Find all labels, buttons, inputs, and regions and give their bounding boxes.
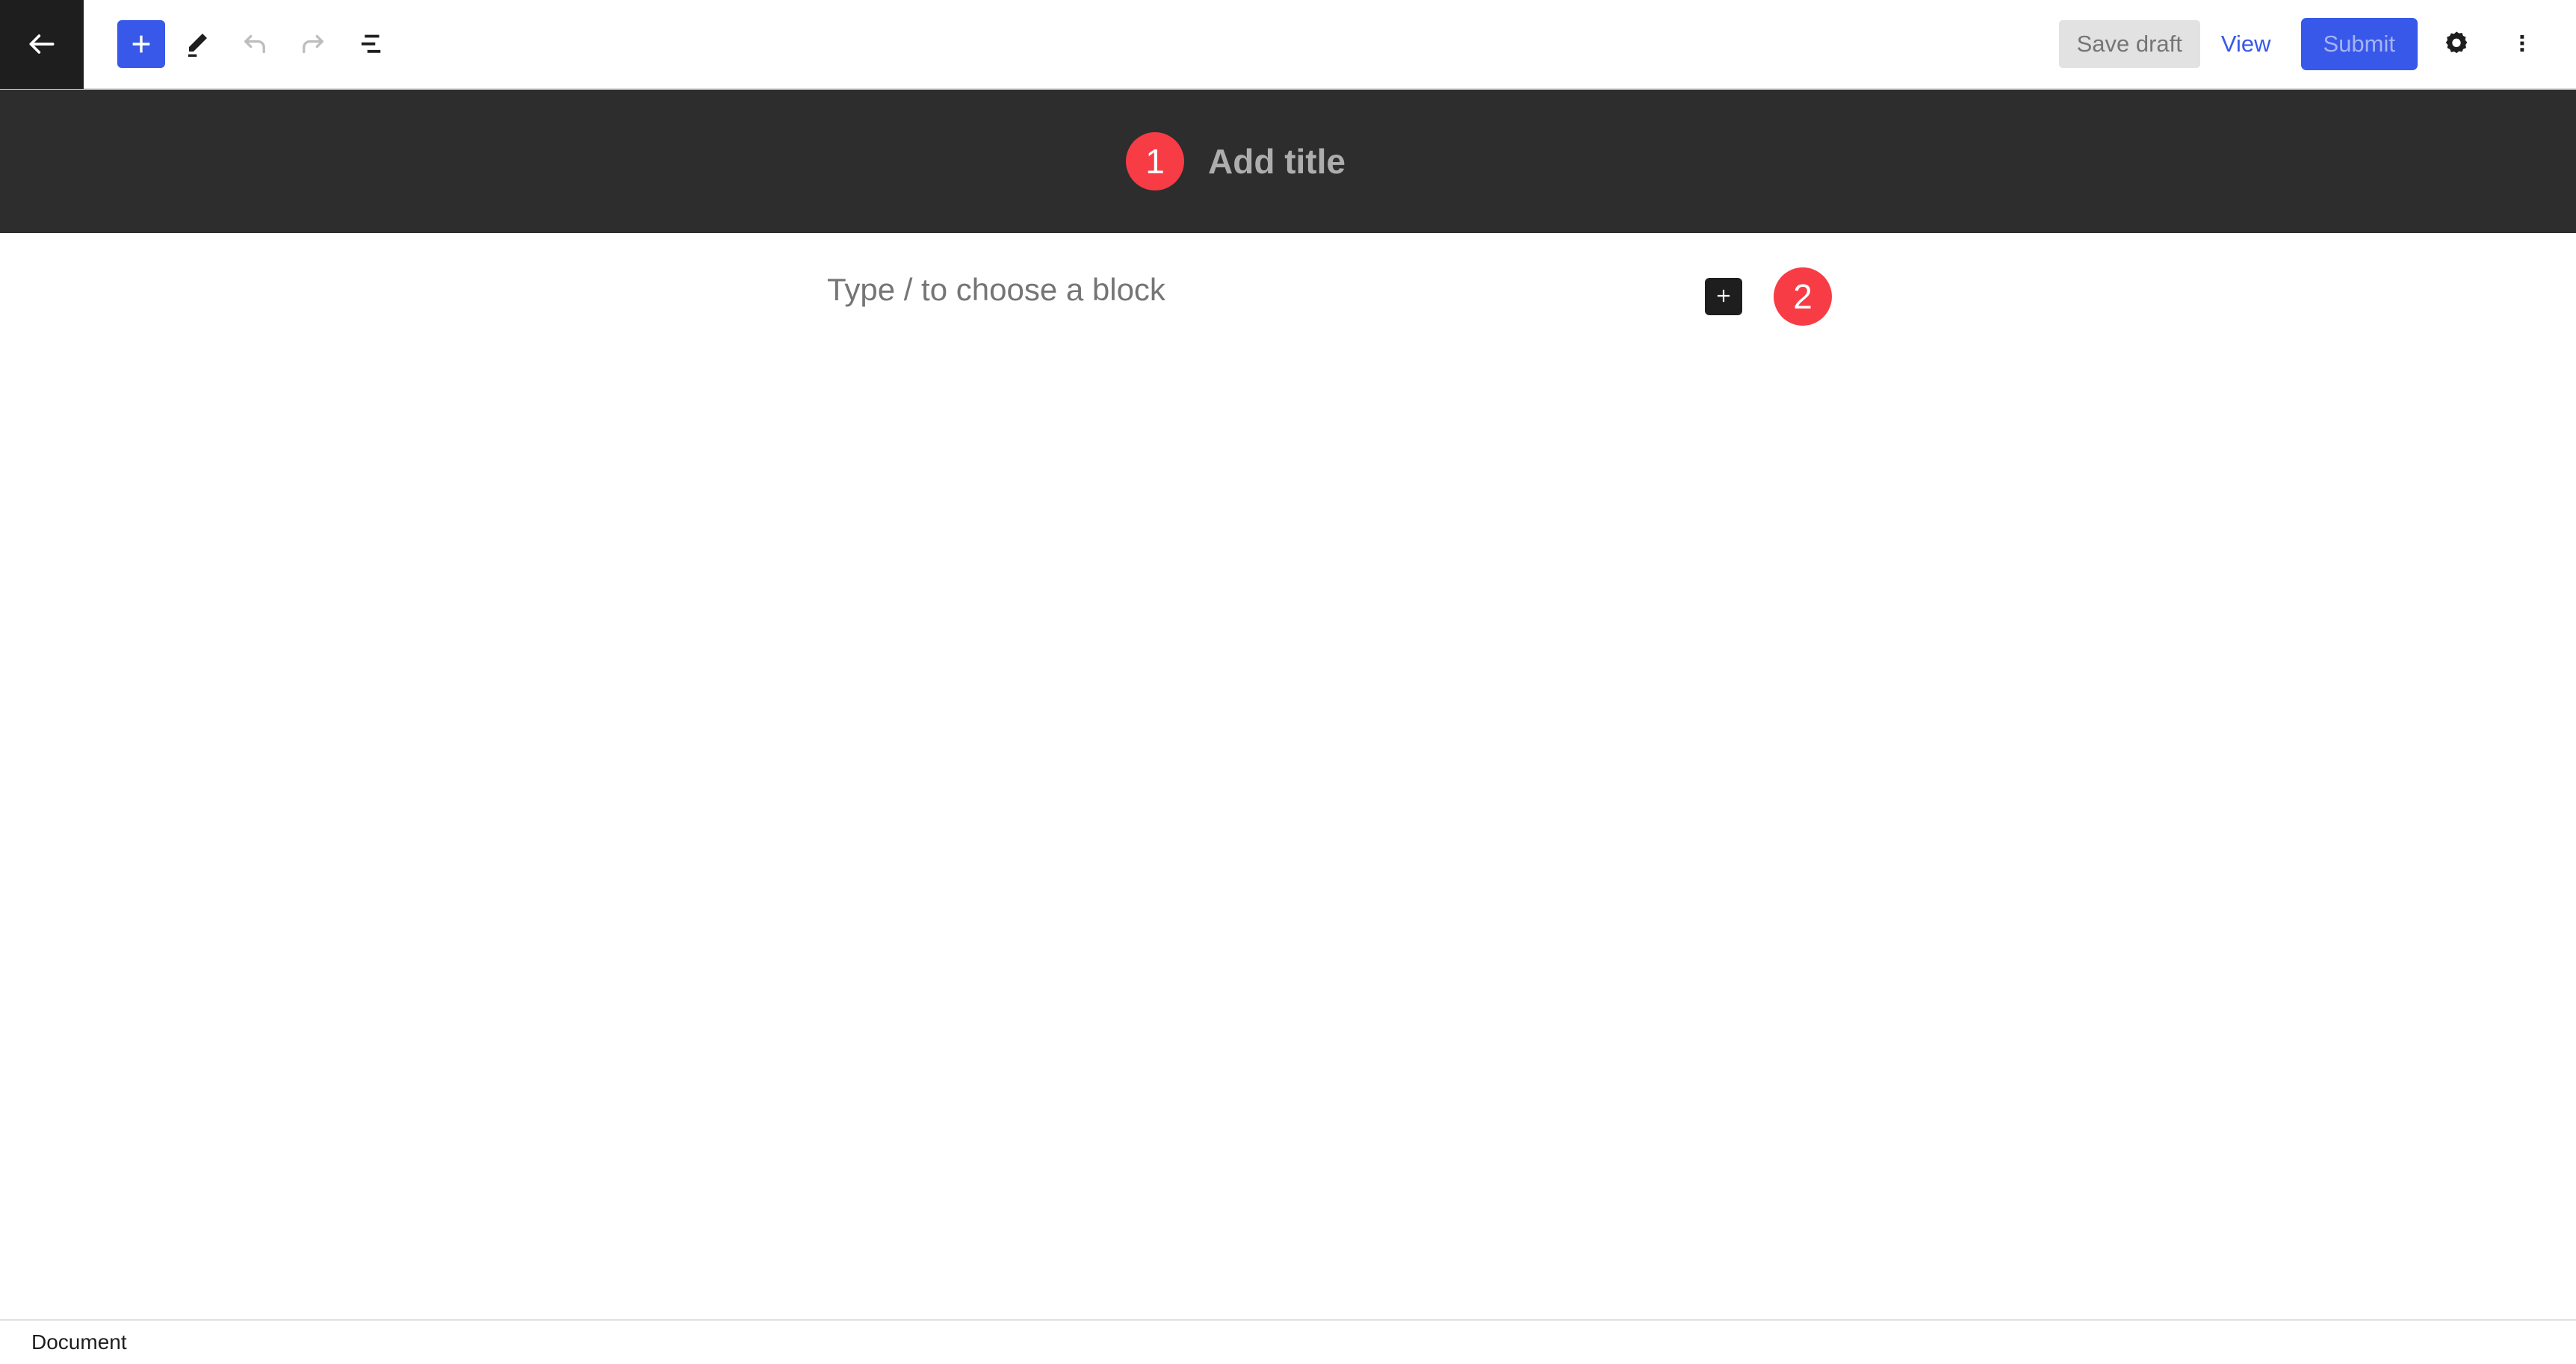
gear-icon	[2442, 28, 2471, 61]
redo-arrow-icon	[297, 28, 329, 60]
plus-icon	[1714, 286, 1733, 308]
status-bar: Document	[0, 1319, 2576, 1364]
title-row: 1 Add title	[1126, 132, 1346, 190]
back-button[interactable]	[0, 0, 84, 89]
undo-button[interactable]	[228, 17, 282, 71]
save-draft-button[interactable]: Save draft	[2058, 20, 2200, 68]
pencil-icon	[182, 29, 211, 59]
block-row: Type / to choose a block 2	[0, 264, 2576, 339]
header-left-toolbar	[84, 0, 398, 89]
settings-button[interactable]	[2430, 17, 2483, 71]
post-title-input[interactable]: Add title	[1208, 141, 1346, 182]
annotation-marker-1: 1	[1126, 132, 1184, 190]
annotation-marker-2: 2	[1774, 267, 1832, 326]
header-right-toolbar: Save draft View Submit	[2058, 0, 2576, 89]
post-title-area: 1 Add title	[0, 90, 2576, 233]
edit-tool-button[interactable]	[170, 17, 223, 71]
vertical-dots-icon	[2510, 31, 2535, 58]
breadcrumb-document[interactable]: Document	[31, 1330, 127, 1355]
annotation-marker-2-wrapper: 2	[1774, 267, 1832, 326]
editor-canvas: Type / to choose a block 2	[0, 233, 2576, 1319]
more-options-button[interactable]	[2495, 17, 2549, 71]
redo-button[interactable]	[286, 17, 340, 71]
plus-icon	[129, 31, 154, 57]
add-block-button[interactable]	[117, 20, 165, 68]
arrow-left-icon	[25, 28, 58, 61]
list-view-button[interactable]	[344, 17, 398, 71]
undo-arrow-icon	[239, 28, 270, 60]
block-inserter-button[interactable]	[1705, 278, 1742, 315]
submit-button[interactable]: Submit	[2300, 18, 2418, 70]
editor-header: Save draft View Submit	[0, 0, 2576, 90]
view-link[interactable]: View	[2200, 20, 2292, 67]
list-view-icon	[356, 28, 387, 60]
block-paragraph-input[interactable]: Type / to choose a block	[827, 272, 1165, 308]
